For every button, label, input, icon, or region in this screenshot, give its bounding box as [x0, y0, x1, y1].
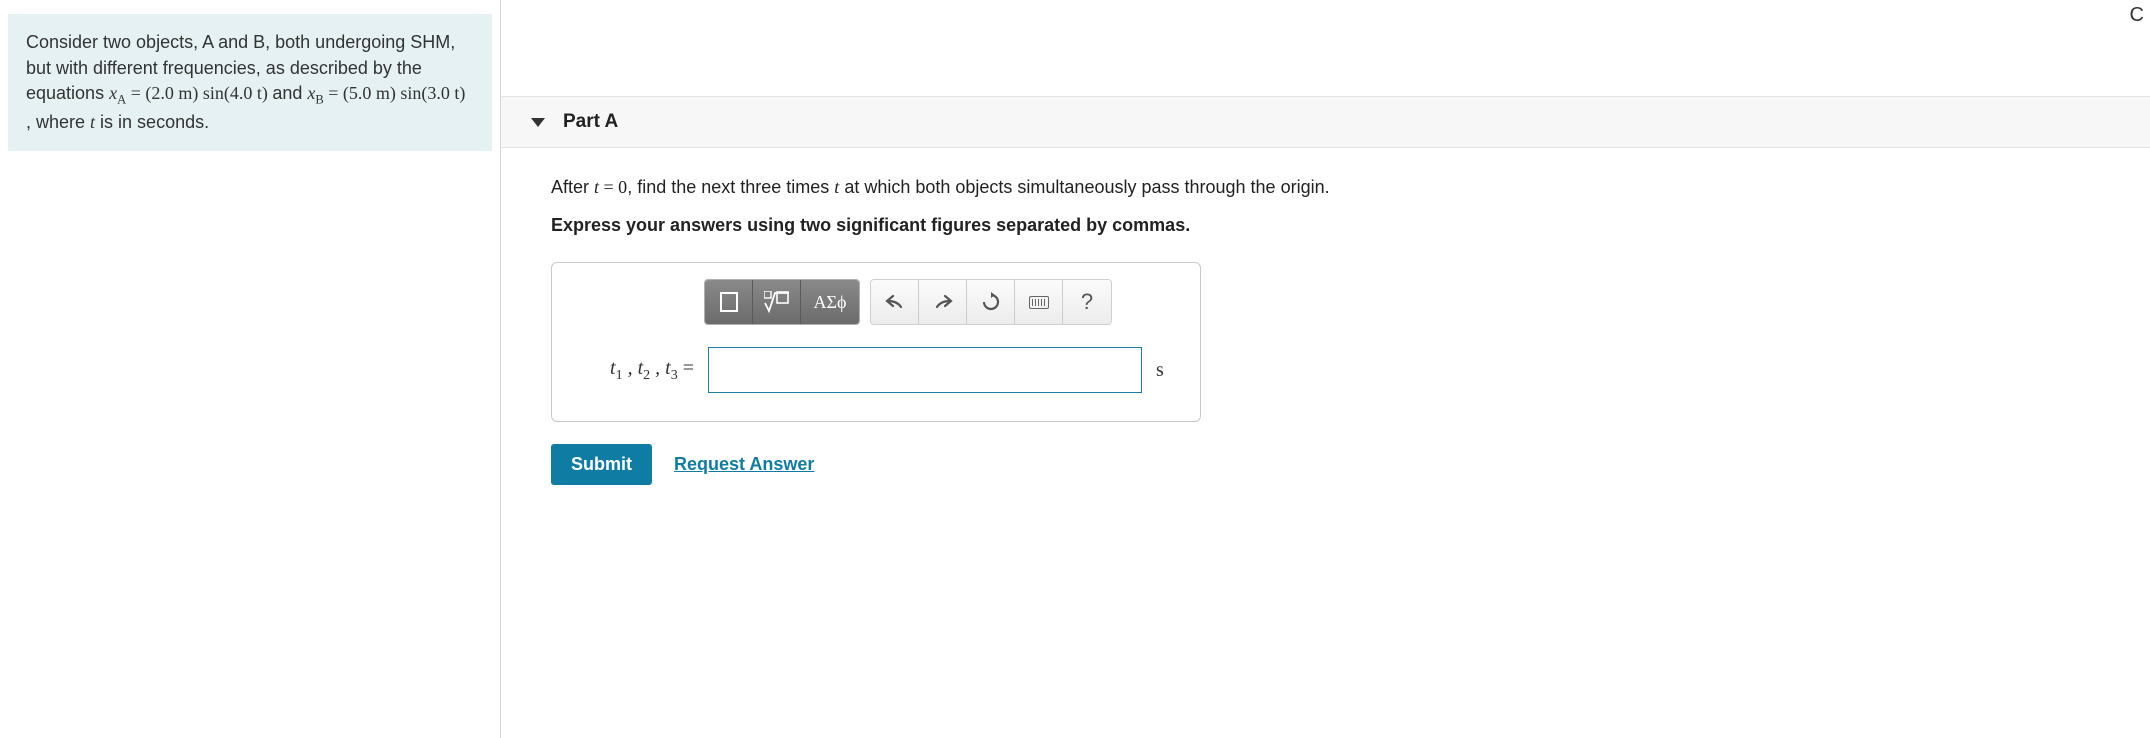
eq-a: xA = (2.0 m) sin(4.0 t) — [109, 83, 272, 103]
equation-toolbar: ΑΣϕ — [568, 279, 1184, 325]
redo-button[interactable] — [919, 280, 967, 324]
rect-template-icon — [720, 292, 738, 312]
greek-button[interactable]: ΑΣϕ — [801, 280, 859, 324]
answer-panel: ΑΣϕ — [551, 262, 1201, 422]
problem-statement: Consider two objects, A and B, both unde… — [8, 14, 492, 151]
question-text: After t = 0, find the next three times t… — [551, 174, 2120, 201]
part-header[interactable]: Part A — [501, 96, 2150, 148]
radical-button[interactable] — [753, 280, 801, 324]
answer-input[interactable] — [708, 347, 1142, 393]
eq-b: xB = (5.0 m) sin(3.0 t) — [307, 83, 465, 103]
answer-variable-label: t1 , t2 , t3 = — [568, 357, 694, 384]
undo-button[interactable] — [871, 280, 919, 324]
redo-icon — [933, 293, 953, 311]
greek-label: ΑΣϕ — [814, 292, 847, 313]
reset-button[interactable] — [967, 280, 1015, 324]
corner-char: C — [2130, 4, 2144, 27]
help-label: ? — [1081, 289, 1093, 315]
keyboard-icon — [1029, 296, 1049, 309]
templates-button[interactable] — [705, 280, 753, 324]
help-button[interactable]: ? — [1063, 280, 1111, 324]
keyboard-button[interactable] — [1015, 280, 1063, 324]
radical-icon — [764, 291, 790, 313]
answer-instruction: Express your answers using two significa… — [551, 215, 2120, 236]
part-title: Part A — [563, 111, 618, 133]
undo-icon — [885, 293, 905, 311]
submit-button[interactable]: Submit — [551, 444, 652, 485]
request-answer-link[interactable]: Request Answer — [674, 454, 814, 475]
answer-unit: s — [1156, 359, 1164, 382]
reset-icon — [981, 292, 1001, 312]
t-eq-zero: t = 0 — [594, 177, 627, 197]
collapse-caret-icon — [531, 118, 545, 127]
